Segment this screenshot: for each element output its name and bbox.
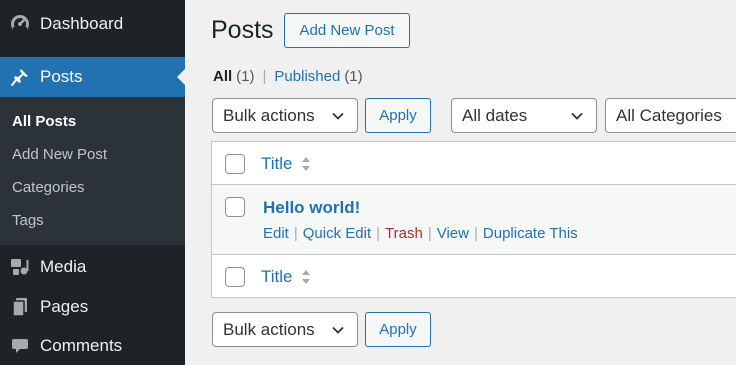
dashboard-gauge-icon — [10, 14, 30, 34]
title-column-footer-label: Title — [261, 267, 293, 286]
view-all-link[interactable]: All — [213, 68, 232, 85]
title-column-footer[interactable]: Title — [261, 267, 311, 287]
apply-button-bottom[interactable]: Apply — [365, 312, 431, 347]
sort-arrows-icon — [301, 156, 311, 172]
table-footer-row: Title — [212, 255, 736, 298]
categories-filter-value: All Categories — [616, 105, 722, 125]
chevron-down-icon — [332, 112, 344, 120]
title-column-header[interactable]: Title — [261, 154, 311, 174]
menu-pages-label: Pages — [40, 297, 89, 316]
submenu-all-posts[interactable]: All Posts — [12, 113, 76, 130]
pushpin-icon — [10, 67, 30, 87]
select-all-checkbox[interactable] — [225, 154, 245, 174]
dates-filter-value: All dates — [462, 105, 528, 125]
views-separator: | — [262, 68, 267, 85]
trash-link[interactable]: Trash — [385, 225, 423, 242]
row-actions: Edit | Quick Edit | Trash | View | Dupli… — [263, 225, 578, 242]
menu-media[interactable]: Media — [0, 250, 185, 284]
posts-submenu: All Posts Add New Post Categories Tags — [0, 97, 185, 245]
post-title-link[interactable]: Hello world! — [263, 198, 360, 218]
view-published-link[interactable]: Published — [274, 68, 340, 85]
comment-bubble-icon — [10, 336, 30, 356]
menu-dashboard-label: Dashboard — [40, 14, 124, 33]
menu-comments-label: Comments — [40, 336, 123, 355]
menu-pages[interactable]: Pages — [0, 290, 185, 324]
pages-icon — [10, 297, 30, 317]
status-views: All (1) | Published (1) — [213, 68, 363, 85]
bulk-actions-select-bottom[interactable]: Bulk actions — [212, 312, 358, 347]
view-all-count: (1) — [236, 68, 255, 85]
quick-edit-link[interactable]: Quick Edit — [303, 225, 371, 242]
sort-arrows-icon — [301, 269, 311, 285]
bulk-actions-bottom-value: Bulk actions — [223, 319, 315, 339]
bulk-actions-select-top[interactable]: Bulk actions — [212, 98, 358, 133]
categories-filter-select[interactable]: All Categories — [605, 98, 736, 133]
submenu-add-new-post[interactable]: Add New Post — [12, 146, 107, 163]
view-link[interactable]: View — [437, 225, 469, 242]
row-checkbox[interactable] — [225, 197, 245, 217]
title-column-label: Title — [261, 154, 293, 173]
duplicate-link[interactable]: Duplicate This — [483, 225, 578, 242]
menu-media-label: Media — [40, 257, 87, 276]
bulk-actions-value: Bulk actions — [223, 105, 315, 125]
admin-sidebar: Dashboard Posts All Posts Add New Post C… — [0, 0, 185, 365]
chevron-down-icon — [332, 326, 344, 334]
page-title: Posts — [211, 16, 274, 44]
submenu-tags[interactable]: Tags — [12, 212, 44, 229]
menu-dashboard[interactable]: Dashboard — [0, 7, 185, 41]
edit-link[interactable]: Edit — [263, 225, 289, 242]
dates-filter-select[interactable]: All dates — [451, 98, 597, 133]
apply-button-top[interactable]: Apply — [365, 98, 431, 133]
view-published-count: (1) — [344, 68, 363, 85]
posts-table: Title Hello world! Edit | Quick Edit | T… — [211, 141, 736, 298]
chevron-down-icon — [571, 112, 583, 120]
menu-posts[interactable]: Posts — [0, 57, 185, 97]
media-icon — [10, 257, 30, 277]
menu-comments[interactable]: Comments — [0, 329, 185, 363]
table-row: Hello world! Edit | Quick Edit | Trash |… — [212, 185, 736, 255]
submenu-categories[interactable]: Categories — [12, 179, 85, 196]
select-all-checkbox-footer[interactable] — [225, 267, 245, 287]
menu-posts-label: Posts — [40, 67, 83, 86]
table-header-row: Title — [212, 142, 736, 185]
add-new-post-button[interactable]: Add New Post — [284, 13, 410, 48]
